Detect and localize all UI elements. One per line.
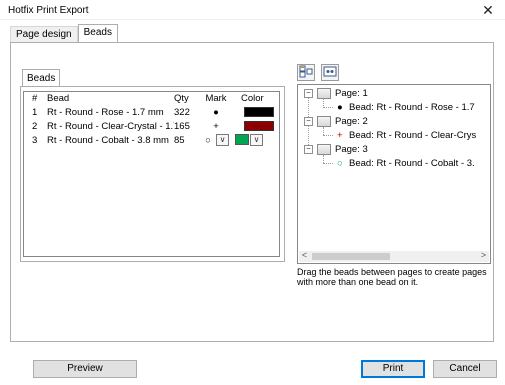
beads-list[interactable]: # Bead Qty Mark Color 1 Rt - Round - Ros… (23, 91, 280, 257)
tree-connector (323, 99, 324, 106)
collapse-icon[interactable]: − (304, 145, 313, 154)
plus-icon: + (213, 121, 219, 132)
cancel-button[interactable]: Cancel (433, 360, 497, 378)
scroll-thumb[interactable] (312, 253, 390, 260)
bead-name: Rt - Round - Rose - 1.7 mm (47, 107, 164, 118)
window-title: Hotfix Print Export (8, 5, 89, 16)
print-button[interactable]: Print (361, 360, 425, 378)
split-pages-button[interactable] (297, 64, 315, 81)
tree-connector (323, 163, 333, 164)
table-row[interactable]: 2 Rt - Round - Clear-Crystal - 1.7 mm 16… (24, 121, 279, 132)
bead-qty: 322 (174, 107, 190, 118)
tree-bead-2[interactable]: Bead: Rt - Round - Clear-Crys (349, 130, 476, 141)
table-row[interactable]: 1 Rt - Round - Rose - 1.7 mm 322 ● (24, 107, 279, 118)
filled-circle-icon: ● (213, 107, 219, 118)
row-number: 2 (32, 121, 38, 132)
merge-pages-icon (323, 66, 337, 77)
column-header-bead[interactable]: Bead (47, 93, 174, 104)
color-dropdown-button[interactable]: ∨ (250, 134, 263, 146)
color-swatch[interactable] (235, 134, 249, 145)
bead-name: Rt - Round - Clear-Crystal - 1.7 mm (47, 121, 174, 132)
tree-connector (323, 155, 324, 163)
page-icon (317, 144, 331, 155)
tree-connector (323, 127, 324, 135)
horizontal-scrollbar[interactable]: < > (299, 250, 489, 262)
pages-tree[interactable]: − Page: 1 ● Bead: Rt - Round - Rose - 1.… (297, 84, 491, 264)
plus-icon: + (337, 130, 343, 141)
list-header: # Bead Qty Mark Color (24, 93, 279, 104)
tree-page-2[interactable]: Page: 2 (335, 116, 368, 127)
tree-bead-1[interactable]: Bead: Rt - Round - Rose - 1.7 (349, 102, 475, 113)
page-icon (317, 88, 331, 99)
row-number: 1 (32, 107, 38, 118)
column-header-number[interactable]: # (32, 93, 42, 104)
column-header-mark[interactable]: Mark (205, 93, 227, 104)
tree-page-3[interactable]: Page: 3 (335, 144, 368, 155)
table-row[interactable]: 3 Rt - Round - Cobalt - 3.8 mm 85 ○ ∨ ∨ (24, 134, 279, 146)
tree-connector (323, 135, 333, 136)
scroll-right-icon[interactable]: > (478, 250, 489, 260)
row-number: 3 (32, 135, 38, 146)
column-header-color[interactable]: Color (241, 93, 275, 104)
collapse-icon[interactable]: − (304, 89, 313, 98)
drag-hint-text: Drag the beads between pages to create p… (297, 267, 487, 287)
bead-qty: 165 (174, 121, 190, 132)
tree-bead-3[interactable]: Bead: Rt - Round - Cobalt - 3. (349, 158, 475, 169)
filled-circle-icon: ● (337, 102, 343, 113)
open-circle-icon: ○ (205, 135, 211, 146)
tab-strip: Page design Beads (10, 24, 118, 43)
split-pages-icon (299, 65, 313, 78)
close-icon[interactable]: ✕ (475, 1, 501, 19)
page-icon (317, 116, 331, 127)
scroll-left-icon[interactable]: < (299, 250, 310, 260)
color-swatch[interactable] (244, 121, 274, 131)
open-circle-icon: ○ (337, 158, 343, 169)
beads-subtab[interactable]: Beads (22, 69, 60, 87)
mark-dropdown-button[interactable]: ∨ (216, 134, 229, 146)
tree-page-1[interactable]: Page: 1 (335, 88, 368, 99)
tab-page-design[interactable]: Page design (10, 26, 78, 43)
preview-button[interactable]: Preview (33, 360, 137, 378)
bead-qty: 85 (174, 135, 185, 146)
color-swatch[interactable] (244, 107, 274, 117)
column-header-qty[interactable]: Qty (174, 93, 202, 104)
collapse-icon[interactable]: − (304, 117, 313, 126)
bead-name: Rt - Round - Cobalt - 3.8 mm (47, 135, 169, 146)
merge-pages-button[interactable] (321, 64, 339, 81)
tab-beads[interactable]: Beads (77, 24, 118, 43)
tree-connector (323, 107, 333, 108)
title-bar: Hotfix Print Export ✕ (0, 0, 505, 20)
